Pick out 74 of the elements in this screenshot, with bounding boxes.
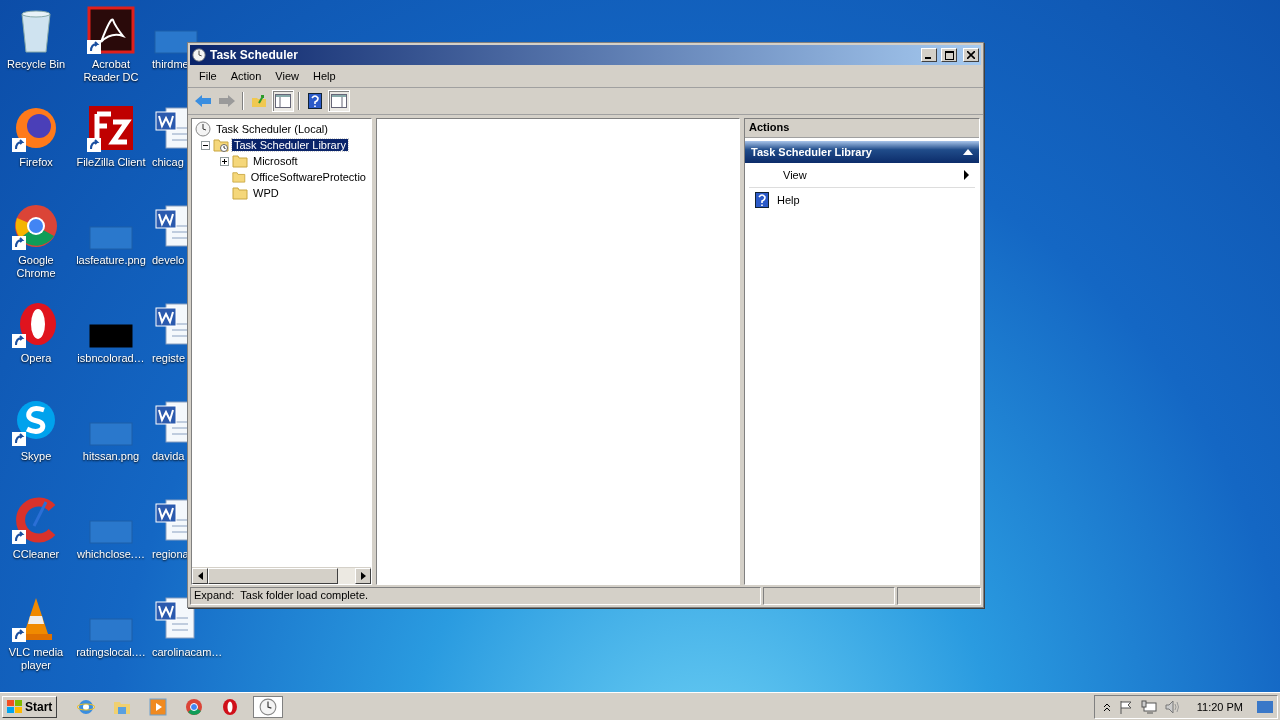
status-text: Expand: Task folder load complete. — [190, 587, 761, 605]
browser-e-icon — [77, 697, 96, 716]
desktop-icon-label[interactable]: develo — [152, 254, 185, 267]
menu-item[interactable]: Action — [223, 70, 269, 82]
desktop-icon-label[interactable]: VLC media player — [0, 646, 72, 672]
close-button[interactable] — [963, 48, 979, 62]
submenu-arrow-icon — [964, 170, 969, 180]
maximize-button[interactable] — [941, 48, 957, 62]
desktop-icon-label[interactable]: lasfeature.png — [76, 254, 146, 267]
desktop-icon-label[interactable]: thirdme — [152, 58, 189, 71]
folder-up-icon — [251, 94, 267, 108]
tree-item[interactable]: Task Scheduler Library — [232, 139, 348, 151]
collapse-arrow-icon — [963, 149, 973, 155]
desktop-icon-label[interactable]: whichclose.… — [77, 548, 145, 561]
folder-icon — [232, 154, 248, 168]
tree-item[interactable]: Task Scheduler (Local) — [214, 123, 330, 135]
maximize-icon — [944, 50, 954, 60]
taskbar-button[interactable] — [253, 695, 284, 718]
media-player-icon — [149, 697, 168, 716]
desktop-icon-label[interactable]: hitssan.png — [82, 450, 140, 463]
desktop-icon-label[interactable]: Firefox — [19, 156, 53, 169]
pane-link[interactable]: View — [749, 163, 975, 188]
forward-arrow-icon — [218, 94, 236, 108]
scroll-right-icon — [360, 572, 366, 580]
console-tree-icon — [275, 94, 291, 108]
section-header[interactable]: Task Scheduler Library — [745, 141, 979, 163]
minimize-button[interactable] — [921, 48, 937, 62]
desktop-icon-label[interactable]: FileZilla Client — [76, 156, 146, 169]
speaker-icon[interactable] — [1164, 699, 1181, 714]
folder-clock-icon — [213, 138, 229, 152]
folder-icon — [232, 170, 246, 184]
desktop-icon-label[interactable]: Recycle Bin — [6, 58, 66, 71]
close-icon — [967, 51, 975, 59]
horizontal-scrollbar[interactable] — [192, 567, 371, 584]
clock-time[interactable]: 11:20 PM — [1196, 700, 1243, 713]
help-icon — [755, 192, 769, 208]
network-icon[interactable] — [1140, 699, 1157, 714]
desktop-icon-label[interactable]: ratingslocal.… — [76, 646, 146, 659]
flag-icon[interactable] — [1118, 699, 1133, 714]
start-button[interactable]: Start — [2, 695, 58, 718]
back-arrow-icon — [194, 94, 212, 108]
help-icon — [308, 93, 322, 109]
tree-item[interactable]: OfficeSoftwareProtectio — [248, 171, 368, 183]
clock-icon — [259, 697, 278, 716]
desktop-icon-label[interactable]: isbncolorad… — [77, 352, 145, 365]
window-title: Task Scheduler — [210, 48, 299, 62]
clock-icon — [195, 121, 211, 137]
tree-item[interactable]: Microsoft — [251, 155, 300, 167]
menu-item[interactable]: Help — [305, 70, 343, 82]
opera-icon — [221, 697, 240, 716]
folder-icon — [232, 186, 248, 200]
desktop-icon-label[interactable]: Acrobat Reader DC — [74, 58, 148, 84]
desktop-icon-label[interactable]: registe — [152, 352, 186, 365]
desktop-icon-label[interactable]: Google Chrome — [0, 254, 72, 280]
desktop-icon-label[interactable]: carolinacam… — [152, 646, 223, 659]
show-desktop-icon[interactable] — [1257, 699, 1273, 714]
actions-header: Actions — [745, 119, 979, 138]
scroll-left-icon — [197, 572, 203, 580]
clock-icon — [192, 48, 206, 62]
windows-logo-icon — [7, 699, 23, 714]
chevron-up-icon[interactable] — [1102, 701, 1111, 712]
desktop-icon-label[interactable]: davida — [152, 450, 185, 463]
desktop-icon-label[interactable]: Opera — [20, 352, 52, 365]
tree-item[interactable]: WPD — [251, 187, 281, 199]
chrome-icon — [185, 697, 204, 716]
action-pane-icon — [331, 94, 347, 108]
desktop-icon-label[interactable]: CCleaner — [12, 548, 60, 561]
desktop-icon-label[interactable]: chicag — [152, 156, 184, 169]
menu-item[interactable]: File — [192, 70, 224, 82]
collapse-box[interactable] — [201, 140, 210, 150]
desktop-icon-label[interactable]: Skype — [20, 450, 52, 463]
expand-box[interactable] — [220, 156, 229, 166]
menu-item[interactable]: View — [268, 70, 306, 82]
pane-link[interactable]: Help — [749, 188, 975, 212]
